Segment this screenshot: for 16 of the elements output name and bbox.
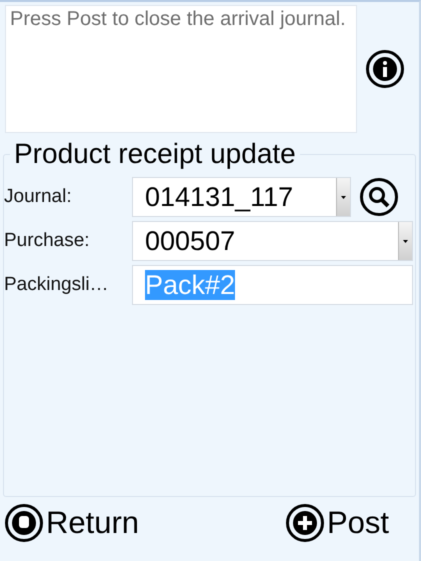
dropdown-field[interactable]: 014131_117 bbox=[132, 177, 351, 217]
field-label: Packingsli… bbox=[4, 274, 110, 296]
message-text: Press Post to close the arrival journal. bbox=[5, 5, 357, 133]
caret-icon bbox=[341, 196, 346, 198]
return-button[interactable]: Return bbox=[4, 503, 140, 543]
plus-icon bbox=[284, 503, 325, 543]
caret-icon bbox=[403, 240, 408, 242]
search-button[interactable] bbox=[359, 177, 399, 217]
info-button[interactable] bbox=[365, 49, 405, 89]
form-title: Product receipt update bbox=[13, 139, 297, 169]
dropdown-field[interactable]: 000507 bbox=[132, 221, 413, 261]
search-icon bbox=[359, 177, 399, 217]
field-label: Journal: bbox=[4, 186, 73, 208]
info-icon bbox=[365, 49, 405, 89]
post-button[interactable]: Post bbox=[284, 503, 389, 543]
field-label: Purchase: bbox=[4, 230, 91, 252]
